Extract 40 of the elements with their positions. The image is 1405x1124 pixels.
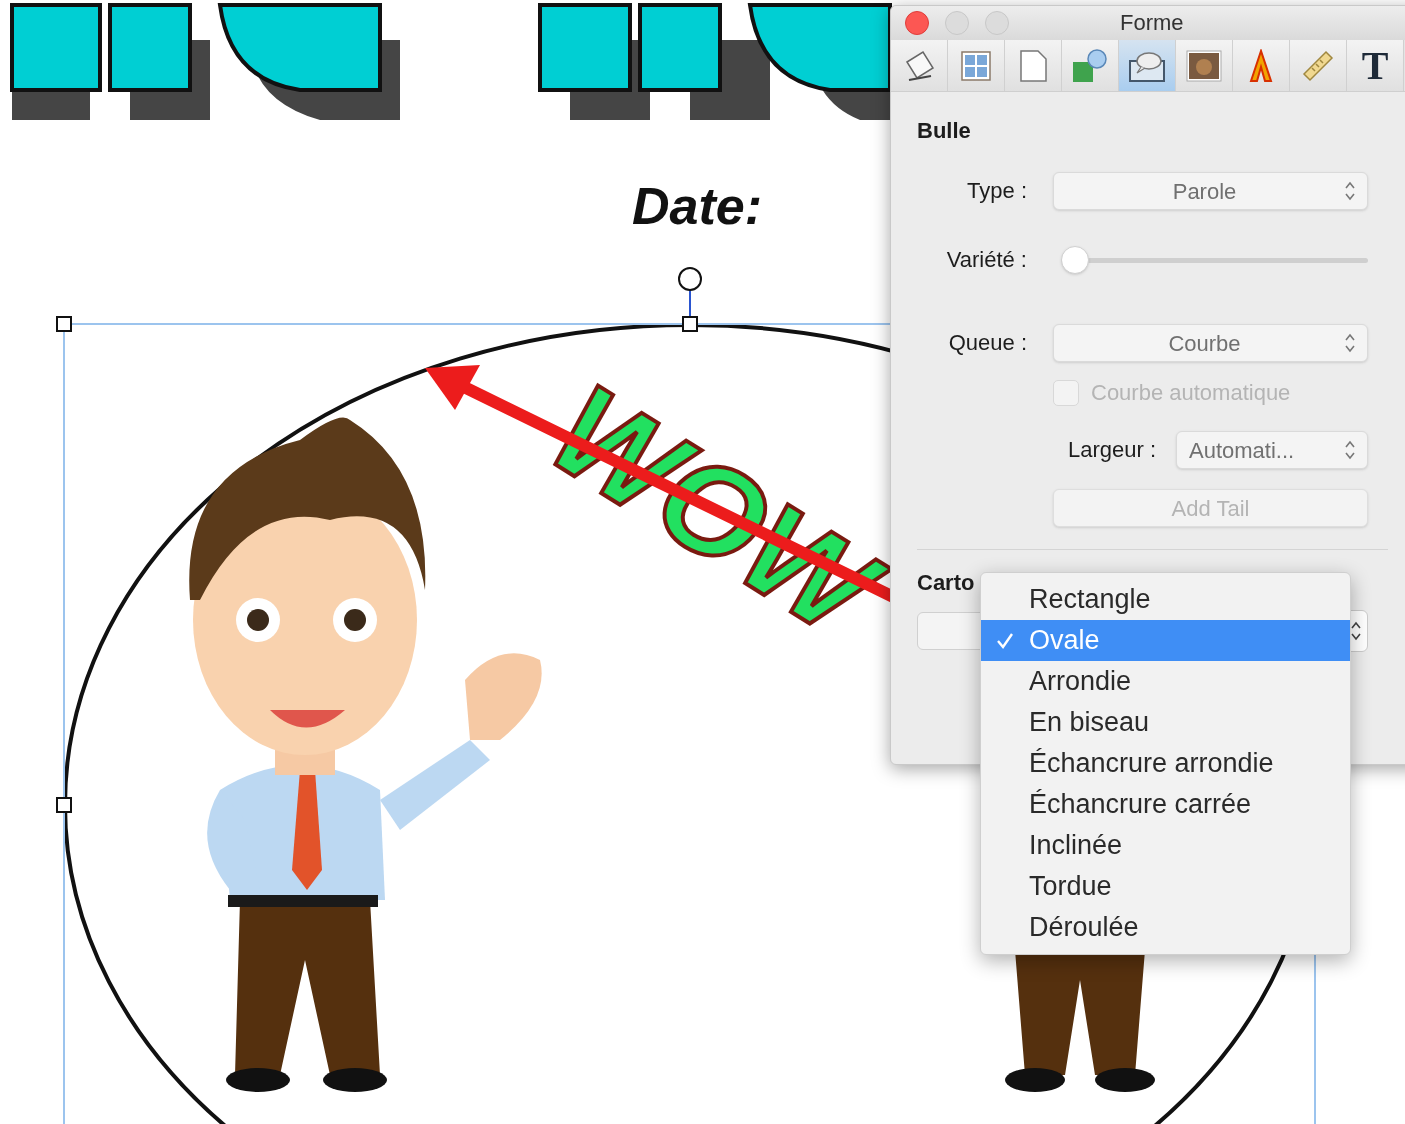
window-title: Forme	[1120, 11, 1184, 35]
width-label: Largeur :	[1067, 436, 1156, 464]
tail-dropdown[interactable]: Courbe	[1053, 324, 1368, 362]
stepper-arrows-icon	[1343, 438, 1357, 462]
close-button[interactable]	[905, 11, 929, 35]
section-heading: Bulle	[917, 117, 972, 145]
photo-icon	[1186, 49, 1222, 82]
grid-layout-icon	[960, 49, 992, 82]
tail-label: Queue :	[947, 329, 1027, 357]
menu-item[interactable]: Déroulée	[981, 907, 1350, 948]
blank-page-icon	[1018, 48, 1048, 83]
type-label: Type :	[966, 177, 1027, 205]
menu-item[interactable]: Arrondie	[981, 661, 1350, 702]
section-heading: Carto	[917, 569, 976, 597]
toolbar-tab[interactable]: T	[1347, 40, 1404, 91]
toolbar-tab[interactable]	[1290, 40, 1347, 91]
checkmark-icon	[996, 631, 1014, 650]
toolbar-tab[interactable]	[1062, 40, 1119, 91]
stepper-arrows-icon	[1349, 619, 1363, 643]
stepper-arrows-icon	[1343, 331, 1357, 355]
menu-item[interactable]: Inclinée	[981, 825, 1350, 866]
toolbar-tab[interactable]	[948, 40, 1005, 91]
type-dropdown[interactable]: Parole	[1053, 172, 1368, 210]
toolbar-tab[interactable]	[891, 40, 948, 91]
toolbar-tab[interactable]	[1005, 40, 1062, 91]
lettering-icon	[1247, 48, 1275, 83]
text-tool-icon: T	[1361, 45, 1389, 86]
menu-item[interactable]: Échancrure arrondie	[981, 743, 1350, 784]
width-dropdown[interactable]: Automati...	[1176, 431, 1368, 469]
toolbar-tab[interactable]	[1176, 40, 1233, 91]
toolbar-tab[interactable]	[1119, 40, 1176, 91]
stepper-arrows-icon	[1343, 179, 1357, 203]
menu-item[interactable]: Rectangle	[981, 579, 1350, 620]
variety-label: Variété :	[945, 246, 1027, 274]
date-label: Date:	[632, 176, 763, 236]
toolbar-tab[interactable]	[1233, 40, 1290, 91]
shapes-icon	[1071, 47, 1109, 84]
menu-item[interactable]: En biseau	[981, 702, 1350, 743]
menu-item[interactable]: Tordue	[981, 866, 1350, 907]
menu-item[interactable]: Échancrure carrée	[981, 784, 1350, 825]
